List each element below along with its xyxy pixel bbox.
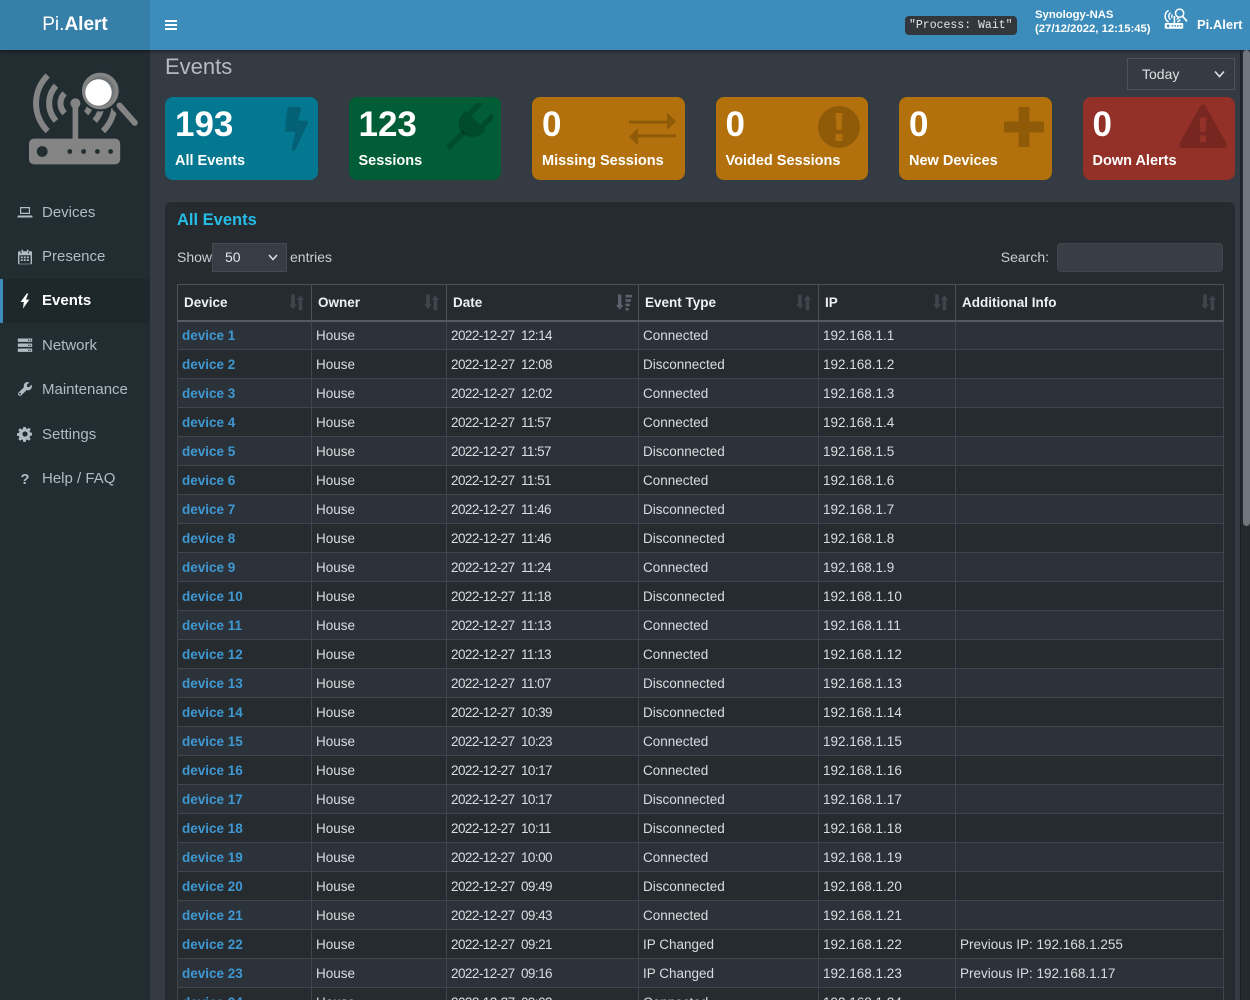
svg-text:?: ? (20, 471, 29, 487)
